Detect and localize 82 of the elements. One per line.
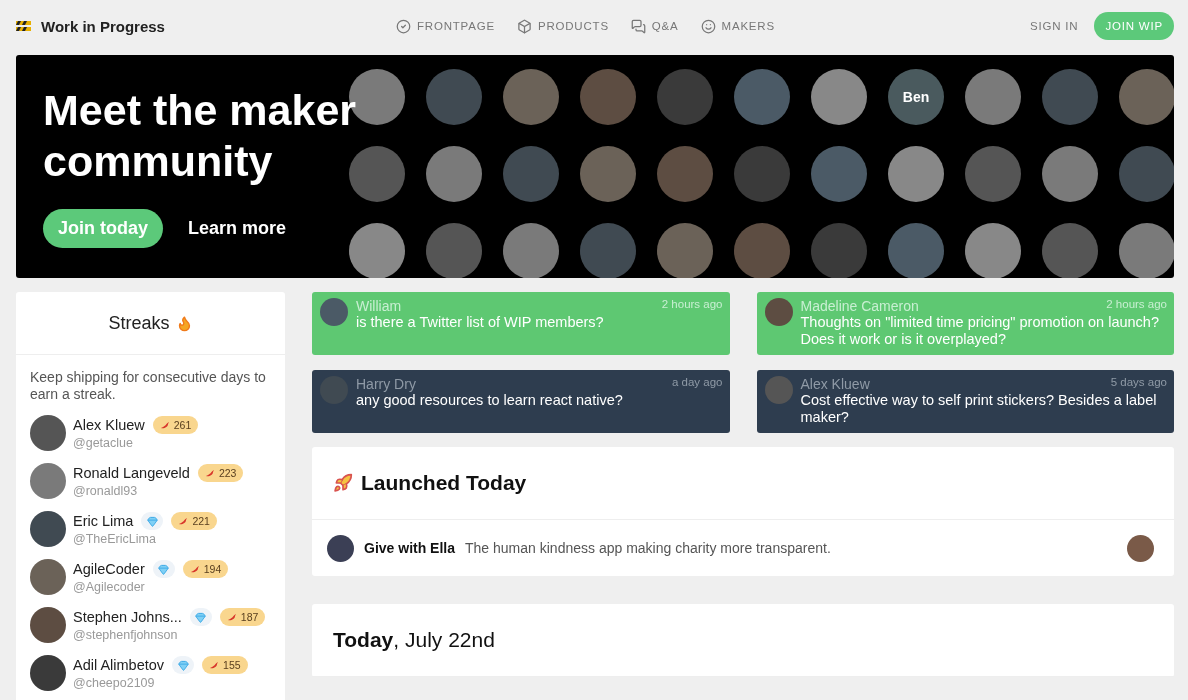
box-icon xyxy=(516,18,532,34)
question-time: 5 days ago xyxy=(1110,376,1167,390)
question-author: William xyxy=(356,298,402,314)
card-title: Launched Today xyxy=(361,471,527,495)
question-time: a day ago xyxy=(672,376,723,390)
avatar[interactable]: Ben xyxy=(888,69,944,125)
barrier-icon xyxy=(16,20,31,32)
question-time: 2 hours ago xyxy=(1106,298,1167,312)
question-author: Harry Dry xyxy=(356,376,416,392)
product-tagline: The human kindness app making charity more transparent. xyxy=(465,540,832,556)
nav-link[interactable]: PRODUCTS xyxy=(516,18,609,34)
avatar[interactable] xyxy=(1127,534,1154,562)
streak-badge: 194 xyxy=(182,560,229,578)
hero-title: Meet the maker xyxy=(43,85,357,136)
sign-in-link[interactable]: SIGN IN xyxy=(1030,20,1079,32)
streak-badge: 221 xyxy=(171,512,217,530)
avatar[interactable] xyxy=(965,69,1021,125)
hero-title: community xyxy=(43,136,273,187)
maker-name[interactable]: Alex Kluew xyxy=(73,417,145,433)
maker-name[interactable]: AgileCoder xyxy=(73,561,145,577)
question-text: any good resources to learn react native? xyxy=(356,392,624,409)
streak-badge: 187 xyxy=(219,608,266,626)
gem-icon xyxy=(195,611,207,623)
avatar xyxy=(320,298,348,326)
avatar[interactable] xyxy=(349,223,405,278)
maker-name[interactable]: Stephen Johns... xyxy=(73,609,182,625)
chili-pepper-icon xyxy=(159,420,170,430)
chili-pepper-icon xyxy=(178,516,189,526)
maker-name[interactable]: Eric Lima xyxy=(73,513,134,529)
avatar[interactable] xyxy=(30,655,66,691)
question-author: Madeline Cameron xyxy=(800,298,919,314)
maker-handle: @stephenfjohnson xyxy=(73,628,179,642)
avatar[interactable] xyxy=(888,146,944,202)
product-name[interactable]: Give with Ella xyxy=(364,540,456,556)
check-circle-icon xyxy=(396,18,411,34)
avatar[interactable] xyxy=(30,415,66,451)
maker-name[interactable]: Ronald Langeveld xyxy=(73,465,190,481)
maker-name[interactable]: Adil Alimbetov xyxy=(73,657,165,673)
maker-handle: @cheepo2109 xyxy=(73,676,156,690)
question-card[interactable]: Alex Kluew 5 days ago Cost effective way to self print stickers? Besides a label maker? xyxy=(756,370,1174,433)
avatar xyxy=(764,298,793,326)
nav-link[interactable]: FRONTPAGE xyxy=(396,18,495,34)
streak-badge: 155 xyxy=(202,656,248,674)
avatar[interactable] xyxy=(503,223,559,278)
rocket-icon xyxy=(333,473,353,493)
avatar[interactable] xyxy=(30,607,66,643)
maker-handle: @Agilecoder xyxy=(73,580,146,594)
nav-link[interactable]: Q&A xyxy=(630,18,679,34)
streaks-intro: Keep shipping for consecutive days to earn a streak. xyxy=(30,369,267,403)
streak-badge: 223 xyxy=(197,464,244,482)
avatar[interactable] xyxy=(30,559,66,595)
brand-name[interactable]: Work in Progress xyxy=(41,17,165,35)
question-text: is there a Twitter list of WIP members? xyxy=(356,314,605,331)
chat-bubbles-icon xyxy=(630,18,646,34)
maker-handle: @TheEricLima xyxy=(73,532,157,546)
gem-icon xyxy=(146,515,158,527)
panel-title: Streaks xyxy=(108,312,170,334)
chili-pepper-icon xyxy=(204,468,215,478)
chili-pepper-icon xyxy=(189,564,200,574)
gem-icon xyxy=(177,659,189,671)
chili-pepper-icon xyxy=(209,660,220,670)
question-author: Alex Kluew xyxy=(800,376,870,392)
streak-badge: 261 xyxy=(152,416,199,434)
maker-handle: @getaclue xyxy=(73,436,134,450)
card-title: Today, July 22nd xyxy=(333,628,495,652)
maker-handle: @ronaldl93 xyxy=(73,484,139,498)
avatar[interactable] xyxy=(426,146,482,202)
avatar[interactable] xyxy=(30,511,66,547)
avatar[interactable] xyxy=(965,223,1021,278)
avatar xyxy=(764,376,793,404)
question-text: Cost effective way to self print stickers? Besides a label maker? xyxy=(800,392,1158,426)
product-logo xyxy=(327,534,354,562)
question-time: 2 hours ago xyxy=(661,298,723,312)
gem-icon xyxy=(158,563,170,575)
smiley-icon xyxy=(700,18,716,34)
avatar[interactable] xyxy=(811,69,867,125)
chili-pepper-icon xyxy=(226,612,237,622)
nav-link[interactable]: MAKERS xyxy=(700,18,775,34)
question-text: Thoughts on "limited time pricing" promotion on launch? Does it work or is it overplayed? xyxy=(800,314,1160,348)
avatar[interactable] xyxy=(1042,146,1098,202)
question-card[interactable]: Harry Dry a day ago any good resources to learn react native? xyxy=(312,370,730,433)
avatar[interactable] xyxy=(1119,223,1174,278)
